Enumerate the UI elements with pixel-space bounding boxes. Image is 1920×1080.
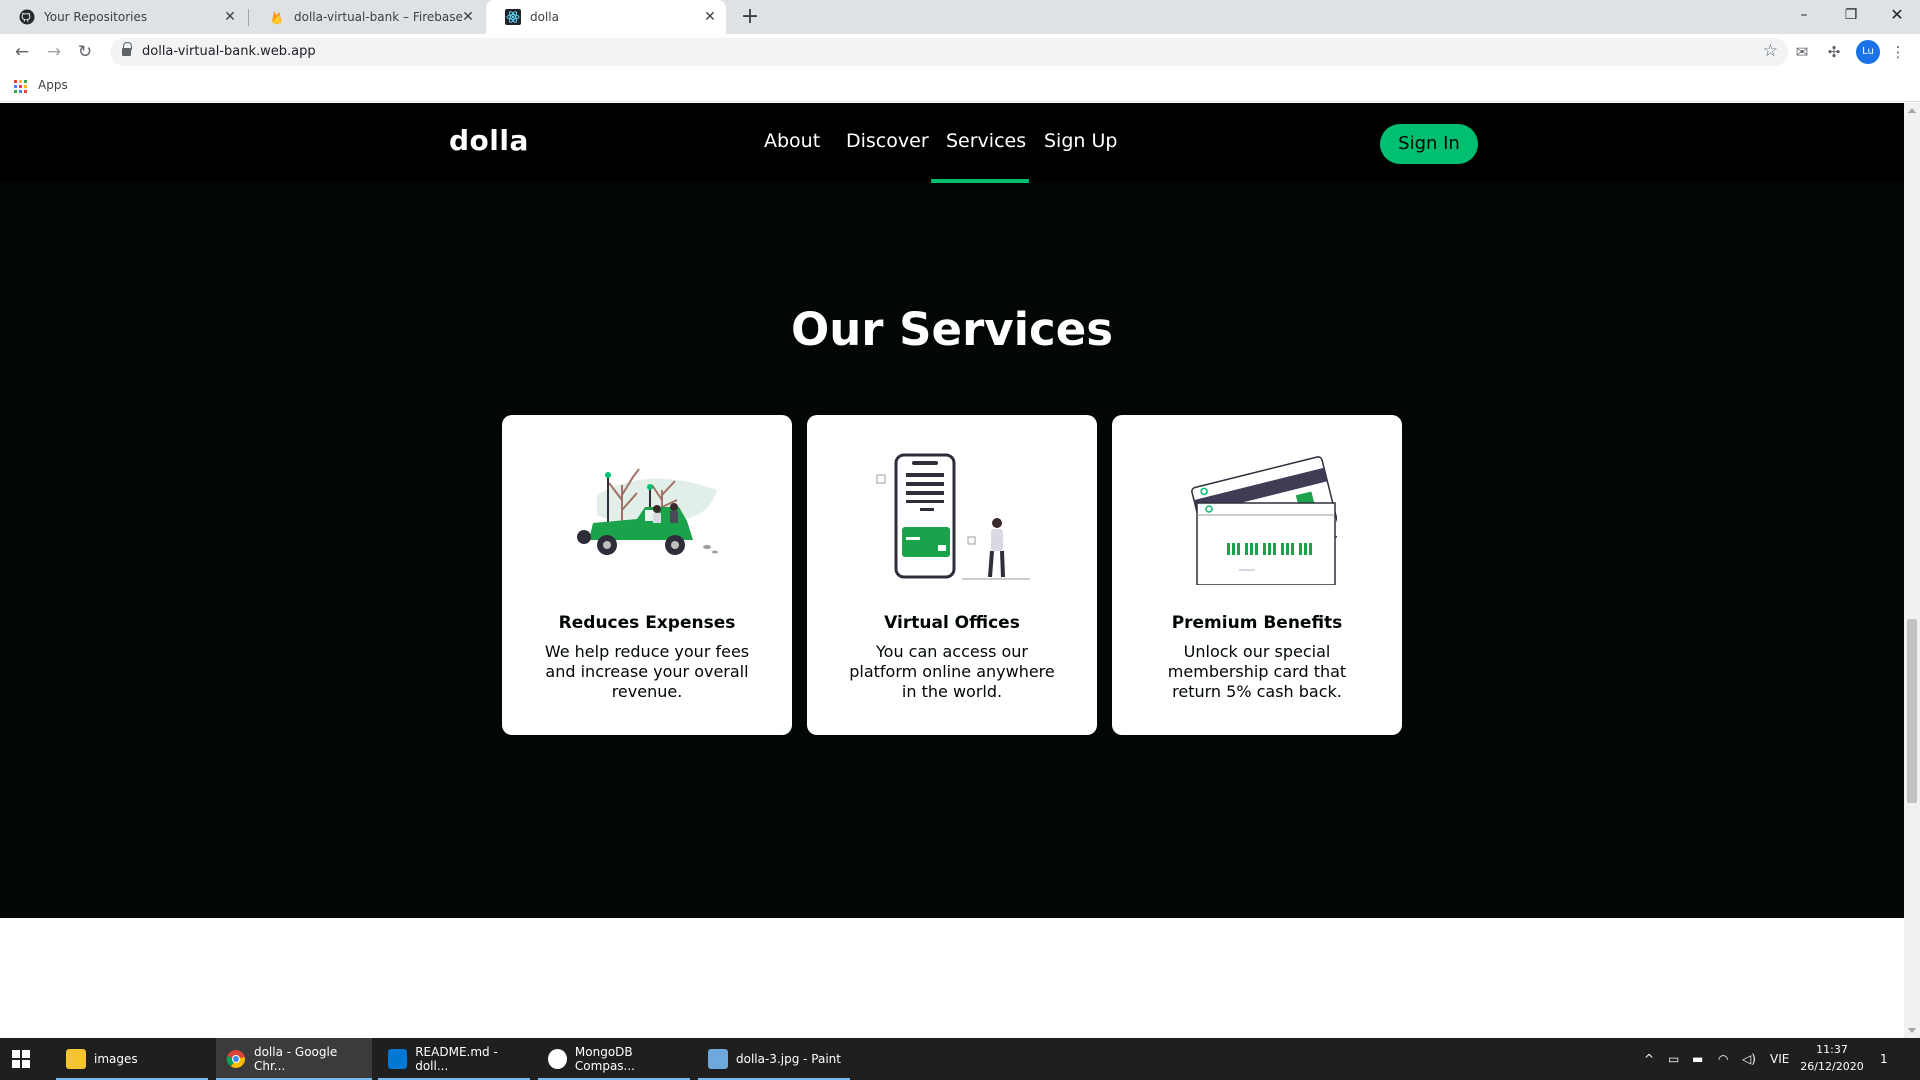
clock-date: 26/12/2020 <box>1800 1060 1864 1073</box>
bookmark-star-icon[interactable]: ☆ <box>1763 41 1778 61</box>
firebase-icon <box>272 11 282 25</box>
tab-your-repositories[interactable]: Your Repositories ✕ <box>0 0 246 34</box>
windows-start-icon[interactable] <box>12 1050 30 1068</box>
apps-bookmark[interactable]: Apps <box>38 78 68 92</box>
scrollbar-thumb[interactable] <box>1907 619 1917 803</box>
close-tab-icon[interactable]: ✕ <box>702 9 718 25</box>
page-viewport: dolla About Discover Services Sign Up Si… <box>0 103 1904 1038</box>
taskbar-item-images[interactable]: images <box>56 1038 208 1080</box>
folder-icon <box>66 1049 86 1069</box>
system-clock[interactable]: 11:37 26/12/2020 <box>1792 1041 1872 1075</box>
profile-avatar[interactable]: Lu <box>1856 40 1880 64</box>
site-logo[interactable]: dolla <box>449 124 529 157</box>
car-illustration <box>577 468 718 555</box>
phone-illustration <box>876 453 1030 580</box>
services-section: Our Services Reduces Expenses We help re… <box>0 183 1904 918</box>
taskbar-item-paint[interactable]: dolla-3.jpg - Paint <box>698 1038 850 1080</box>
clock-time: 11:37 <box>1816 1043 1848 1056</box>
card-illustration <box>1191 456 1337 585</box>
tab-title: Your Repositories <box>44 10 148 24</box>
battery-icon[interactable]: ▬ <box>1692 1038 1703 1080</box>
address-bar[interactable]: dolla-virtual-bank.web.app ☆ <box>110 38 1788 66</box>
url-text: dolla-virtual-bank.web.app <box>142 44 316 59</box>
mongodb-icon <box>548 1049 567 1069</box>
taskbar-item-mongodb[interactable]: MongoDB Compas... <box>538 1038 690 1080</box>
apps-icon[interactable] <box>14 80 27 93</box>
vscode-icon <box>388 1049 408 1069</box>
card-description: You can access our platform online anywh… <box>849 642 1055 701</box>
tab-title: dolla-virtual-bank – Firebase con <box>294 10 466 24</box>
card-title: Premium Benefits <box>1171 613 1343 633</box>
extensions-icon[interactable]: ✣ <box>1824 42 1844 62</box>
close-tab-icon[interactable]: ✕ <box>460 9 476 25</box>
paint-icon <box>708 1049 728 1069</box>
notification-count: 1 <box>1880 1052 1888 1066</box>
taskbar-item-label: README.md - doll... <box>415 1045 498 1073</box>
restore-icon[interactable]: ❐ <box>1828 0 1874 30</box>
input-language[interactable]: VIE <box>1770 1038 1789 1080</box>
browser-toolbar: ← → ↻ dolla-virtual-bank.web.app ☆ ✉ ✣ L… <box>0 34 1920 70</box>
back-icon[interactable]: ← <box>10 40 34 64</box>
chrome-icon <box>226 1050 245 1069</box>
menu-icon[interactable]: ⋮ <box>1888 42 1908 62</box>
nav-link-about[interactable]: About <box>764 130 820 152</box>
card-title: Virtual Offices <box>884 613 1020 633</box>
nav-link-services[interactable]: Services <box>946 130 1026 152</box>
wifi-icon[interactable]: ◠ <box>1718 1038 1728 1080</box>
taskbar-item-label: dolla - Google Chr... <box>253 1045 338 1073</box>
nav-link-discover[interactable]: Discover <box>846 130 929 152</box>
close-icon[interactable]: ✕ <box>1874 0 1920 30</box>
taskbar-item-label: dolla-3.jpg - Paint <box>736 1052 841 1066</box>
forward-icon[interactable]: → <box>42 40 66 64</box>
reload-icon[interactable]: ↻ <box>73 40 97 64</box>
service-card-reduces-expenses[interactable]: Reduces Expenses We help reduce your fee… <box>502 415 792 735</box>
sign-in-button[interactable]: Sign In <box>1380 124 1478 164</box>
mail-icon[interactable]: ✉ <box>1792 42 1812 62</box>
taskbar-item-label: images <box>94 1052 138 1066</box>
new-tab-button[interactable]: + <box>737 4 763 30</box>
site-navbar: dolla About Discover Services Sign Up Si… <box>0 103 1904 183</box>
bookmarks-bar: Apps <box>0 70 1920 102</box>
tab-dolla[interactable]: dolla ✕ <box>486 0 726 34</box>
show-hidden-icons-icon[interactable]: ^ <box>1644 1038 1654 1080</box>
card-title: Reduces Expenses <box>558 613 736 633</box>
taskbar-item-vscode[interactable]: README.md - doll... <box>378 1038 530 1080</box>
card-description: We help reduce your fees and increase yo… <box>544 642 750 701</box>
react-icon <box>505 9 521 25</box>
tab-firebase[interactable]: dolla-virtual-bank – Firebase con ✕ <box>250 0 484 34</box>
github-icon <box>19 9 35 25</box>
volume-icon[interactable]: ◁) <box>1742 1038 1756 1080</box>
scroll-down-arrow-icon[interactable] <box>1908 1028 1916 1033</box>
taskbar-item-chrome[interactable]: dolla - Google Chr... <box>216 1038 372 1080</box>
services-heading: Our Services <box>790 303 1113 356</box>
close-tab-icon[interactable]: ✕ <box>222 9 238 25</box>
notifications-icon[interactable]: 1 <box>1880 1038 1888 1080</box>
service-card-premium-benefits[interactable]: Premium Benefits Unlock our special memb… <box>1112 415 1402 735</box>
tab-separator <box>248 9 249 26</box>
tab-title: dolla <box>530 10 559 24</box>
tab-strip: Your Repositories ✕ dolla-virtual-bank –… <box>0 0 1920 34</box>
card-description: Unlock our special membership card that … <box>1167 642 1347 701</box>
scroll-up-arrow-icon[interactable] <box>1908 108 1916 113</box>
taskbar-item-label: MongoDB Compas... <box>574 1045 635 1073</box>
device-icon[interactable]: ▭ <box>1668 1038 1679 1080</box>
service-card-virtual-offices[interactable]: Virtual Offices You can access our platf… <box>807 415 1097 735</box>
nav-link-sign-up[interactable]: Sign Up <box>1044 130 1117 152</box>
windows-taskbar: images dolla - Google Chr... README.md -… <box>0 1038 1920 1080</box>
lock-icon <box>122 42 132 58</box>
page-scrollbar[interactable] <box>1904 103 1920 1038</box>
minimize-icon[interactable]: – <box>1781 0 1827 30</box>
